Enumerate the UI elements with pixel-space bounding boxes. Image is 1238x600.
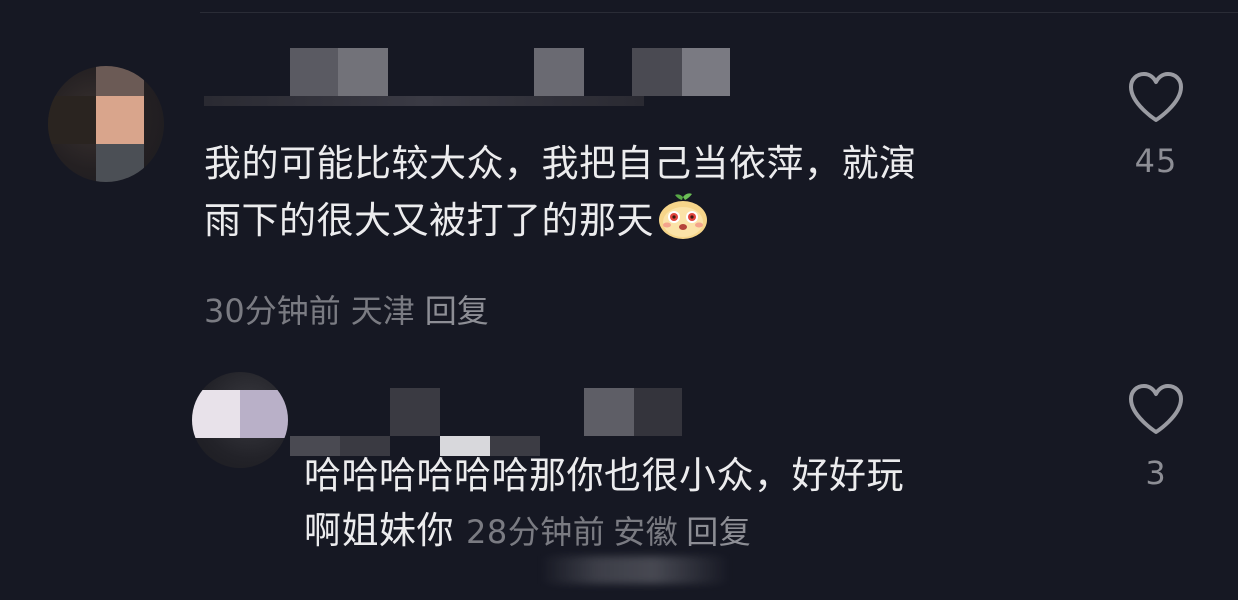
smiling-face-emoji-icon	[656, 191, 710, 241]
like-button[interactable]: 3	[1121, 382, 1191, 492]
comment-location: 安徽	[613, 513, 679, 551]
watermark-smear	[540, 556, 730, 584]
comment-line-2: 啊姐妹你	[304, 509, 454, 552]
comment-line-1: 哈哈哈哈哈哈那你也很小众，好好玩	[304, 454, 904, 497]
avatar[interactable]	[48, 66, 164, 182]
comment-time: 30分钟前	[204, 292, 341, 330]
like-count: 45	[1134, 142, 1178, 180]
heart-icon	[1129, 384, 1183, 434]
heart-icon	[1129, 72, 1183, 122]
divider	[200, 12, 1238, 13]
comment-text: 我的可能比较大众，我把自己当依萍，就演 雨下的很大又被打了的那天	[204, 136, 1104, 248]
comment-location: 天津	[350, 292, 415, 330]
reply-button[interactable]: 回复	[686, 513, 751, 551]
comment-meta: 28分钟前 安徽 回复	[466, 513, 759, 551]
like-button[interactable]: 45	[1121, 70, 1191, 180]
comment-time: 28分钟前	[466, 513, 606, 551]
username-mosaic[interactable]	[204, 40, 744, 110]
comment-text: 哈哈哈哈哈哈那你也很小众，好好玩 啊姐妹你 28分钟前 安徽 回复	[304, 448, 1064, 560]
comment-line-2: 雨下的很大又被打了的那天	[204, 199, 654, 242]
comment-line-1: 我的可能比较大众，我把自己当依萍，就演	[204, 142, 917, 185]
like-count: 3	[1145, 454, 1167, 492]
avatar[interactable]	[192, 372, 288, 468]
comment-meta: 30分钟前 天津 回复	[204, 286, 499, 332]
reply-button[interactable]: 回复	[425, 292, 489, 330]
